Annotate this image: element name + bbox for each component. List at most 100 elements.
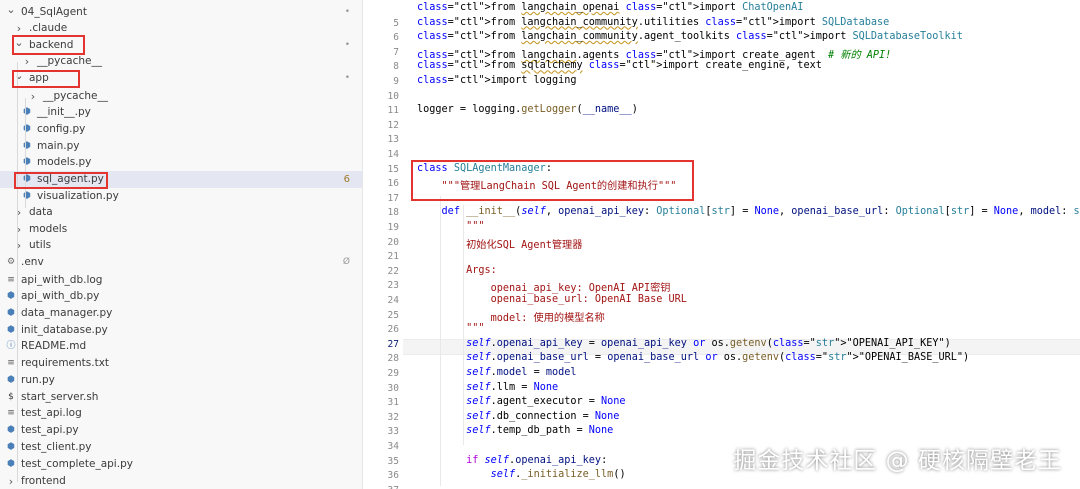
explorer-item-test-api-py[interactable]: ⬢ test_api.py: [0, 422, 362, 439]
explorer-item-pycache[interactable]: › __pycache__: [0, 53, 362, 70]
code-line[interactable]: self.db_connection = None: [417, 411, 619, 422]
code-line[interactable]: logger = logging.getLogger(__name__): [417, 104, 638, 115]
explorer-item-test-complete-api-py[interactable]: ⬢ test_complete_api.py: [0, 456, 362, 473]
explorer-item-utils[interactable]: › utils: [0, 237, 362, 254]
explorer-item-init-py[interactable]: ⬢ __init__.py: [0, 104, 362, 121]
line-number: 33: [387, 426, 399, 438]
line-number: 35: [387, 455, 399, 467]
log-file-icon: ≡: [7, 275, 15, 285]
line-number: 36: [387, 470, 399, 482]
indent-guide: [25, 98, 26, 208]
py-file-icon: ⬢: [7, 308, 15, 318]
line-number: 10: [387, 90, 399, 102]
code-line[interactable]: class="ctl">import logging: [417, 75, 576, 86]
chevron-right-icon[interactable]: ›: [6, 473, 16, 489]
gear-file-icon: ⚙: [6, 257, 16, 267]
py-file-icon: ⬢: [7, 459, 15, 469]
code-line[interactable]: class="ctl">from langchain_openai class=…: [417, 2, 803, 13]
explorer-item-api-with-db-py[interactable]: ⬢ api_with_db.py: [0, 288, 362, 305]
explorer-item-visualization-py[interactable]: ⬢ visualization.py: [0, 188, 362, 205]
line-number: 34: [387, 441, 399, 452]
line-number: 18: [387, 207, 399, 219]
chevron-down-icon[interactable]: ⌄: [6, 1, 16, 18]
py-file-icon: ⬢: [23, 157, 31, 167]
code-line[interactable]: if self.openai_api_key:: [417, 455, 607, 466]
explorer-item-test-client-py[interactable]: ⬢ test_client.py: [0, 439, 362, 456]
code-line[interactable]: self.temp_db_path = None: [417, 425, 613, 436]
code-line[interactable]: self.agent_executor = None: [417, 396, 626, 407]
chevron-right-icon[interactable]: ›: [14, 221, 24, 238]
code-line[interactable]: Args:: [417, 265, 497, 276]
explorer-item-frontend[interactable]: › frontend: [0, 473, 362, 489]
explorer-item-config-py[interactable]: ⬢ config.py: [0, 121, 362, 138]
code-line[interactable]: class="ctl">from langchain_community.uti…: [417, 17, 889, 28]
explorer-item-main-py[interactable]: ⬢ main.py: [0, 138, 362, 155]
code-line[interactable]: class="ctl">from langchain_community.age…: [417, 31, 963, 42]
line-number: 13: [387, 134, 399, 146]
py-file-icon: ⬢: [7, 425, 15, 435]
py-file-icon: ⬢: [23, 124, 31, 134]
code-line[interactable]: self._initialize_llm(): [417, 469, 626, 480]
line-number: 7: [393, 46, 399, 58]
explorer-item-label: __pycache__: [37, 55, 102, 67]
explorer-item-04-sqlagent[interactable]: ⌄ 04_SqlAgent •: [0, 1, 362, 21]
status-badge: Ø: [342, 257, 350, 267]
status-badge: •: [344, 40, 350, 50]
file-explorer: ⌄ 04_SqlAgent • › .claude ⌄ backend • › __pycache…: [0, 0, 363, 489]
explorer-item-run-py[interactable]: ⬢ run.py: [0, 372, 362, 389]
code-line[interactable]: self.openai_base_url = openai_base_url o…: [417, 352, 969, 363]
explorer-item-models[interactable]: › models: [0, 221, 362, 238]
explorer-item-test-api-log[interactable]: ≡ test_api.log: [0, 405, 362, 422]
py-file-icon: ⬢: [23, 141, 31, 151]
explorer-item-api-with-db-log[interactable]: ≡ api_with_db.log: [0, 272, 362, 289]
chevron-right-icon[interactable]: ›: [14, 204, 24, 221]
code-line[interactable]: class="ctl">from sqlalchemy class="ctl">…: [417, 60, 822, 71]
explorer-item-requirements-txt[interactable]: ≡ requirements.txt: [0, 355, 362, 372]
explorer-item-label: utils: [29, 239, 52, 251]
explorer-item-label: README.md: [21, 340, 87, 352]
line-number: 20: [387, 236, 399, 248]
code-line[interactable]: class="ctl">from langchain.agents class=…: [417, 46, 891, 61]
line-number: 32: [387, 411, 399, 423]
chevron-right-icon[interactable]: ›: [14, 237, 24, 254]
explorer-item-label: api_with_db.log: [21, 274, 103, 286]
code-line[interactable]: def __init__(self, openai_api_key: Optio…: [417, 206, 1080, 217]
line-number: 11: [387, 105, 399, 117]
code-line[interactable]: self.llm = None: [417, 382, 558, 393]
explorer-item-pycache[interactable]: › __pycache__: [0, 88, 362, 105]
explorer-item-data-manager-py[interactable]: ⬢ data_manager.py: [0, 305, 362, 322]
explorer-item-label: start_server.sh: [21, 391, 99, 403]
code-line[interactable]: openai_base_url: OpenAI Base URL: [417, 294, 687, 305]
status-badge: •: [344, 73, 350, 83]
sh-file-icon: $: [8, 392, 14, 402]
explorer-item-data[interactable]: › data: [0, 204, 362, 221]
code-line[interactable]: self.model = model: [417, 367, 576, 378]
watermark: 掘金技术社区 @ 硬核隔壁老王: [733, 448, 1062, 474]
line-number: 21: [387, 251, 399, 263]
line-number: 6: [393, 32, 399, 44]
line-number: 23: [387, 280, 399, 292]
code-line[interactable]: openai_api_key: OpenAI API密钥: [417, 279, 671, 294]
explorer-item-label: data: [29, 206, 53, 218]
code-line[interactable]: 初始化SQL Agent管理器: [417, 236, 582, 251]
explorer-item-models-py[interactable]: ⬢ models.py: [0, 154, 362, 171]
explorer-item-label: test_complete_api.py: [21, 458, 133, 470]
explorer-item-env[interactable]: ⚙ .env Ø: [0, 254, 362, 271]
chevron-right-icon[interactable]: ›: [28, 88, 38, 105]
highlight-box: [12, 70, 80, 88]
line-number: 31: [387, 397, 399, 409]
code-line[interactable]: """: [417, 221, 484, 232]
line-number: 9: [393, 76, 399, 87]
code-line[interactable]: model: 使用的模型名称: [417, 309, 605, 324]
explorer-item-label: config.py: [37, 123, 86, 135]
py-file-icon: ⬢: [23, 107, 31, 117]
code-line[interactable]: """: [417, 323, 484, 334]
explorer-item-start-server-sh[interactable]: $ start_server.sh: [0, 389, 362, 406]
line-number: 25: [387, 309, 399, 321]
code-line[interactable]: self.openai_api_key = openai_api_key or …: [417, 338, 951, 349]
code-editor[interactable]: class="ctl">from langchain_openai class=…: [363, 0, 1080, 489]
explorer-item-init-database-py[interactable]: ⬢ init_database.py: [0, 322, 362, 339]
class-highlight-box: [411, 159, 694, 201]
explorer-item-label: __pycache__: [43, 90, 108, 102]
explorer-item-readme-md[interactable]: ⓘ README.md: [0, 338, 362, 355]
